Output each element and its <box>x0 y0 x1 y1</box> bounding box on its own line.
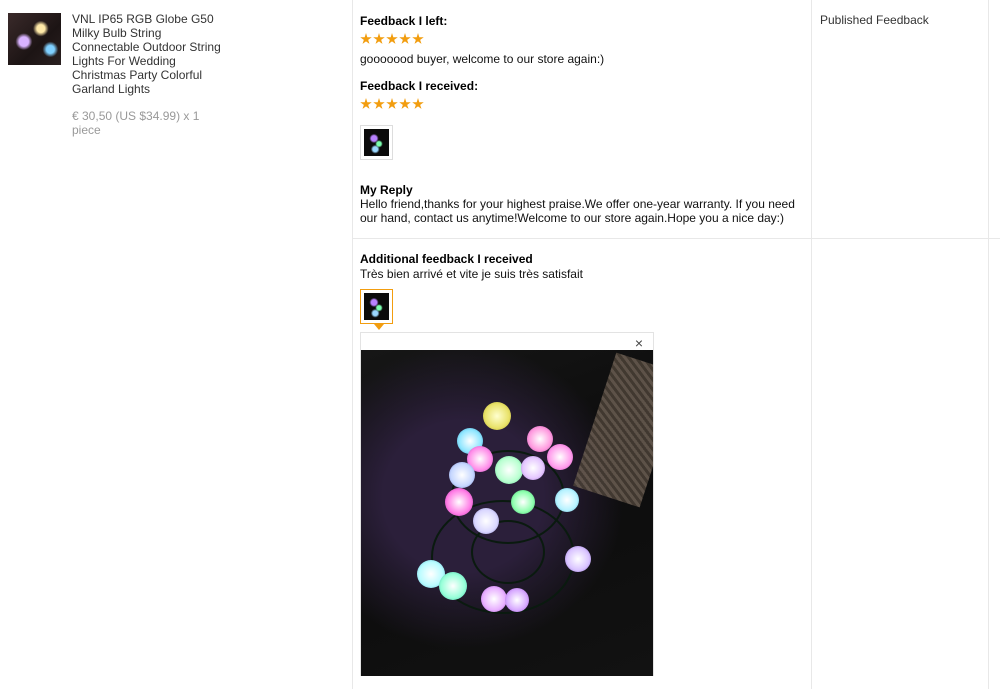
photo-image <box>364 293 389 320</box>
enlarged-photo <box>361 350 653 676</box>
star-icon <box>399 98 411 109</box>
photo-background-wood <box>573 352 653 508</box>
row-divider <box>352 238 1000 239</box>
my-reply-text: Hello friend,thanks for your highest pra… <box>360 197 795 225</box>
star-icon <box>373 98 385 109</box>
feedback-received-stars <box>360 98 424 110</box>
feedback-left-label: Feedback I left: <box>360 14 448 28</box>
star-icon <box>360 33 372 44</box>
selected-caret <box>374 324 384 330</box>
column-divider <box>811 0 812 689</box>
product-price: € 30,50 (US $34.99) x 1 piece <box>72 109 200 137</box>
additional-photo-thumbnail[interactable] <box>360 289 393 324</box>
feedback-left-stars <box>360 33 424 45</box>
additional-feedback-text: Très bien arrivé et vite je suis très sa… <box>360 267 583 281</box>
product-title-link[interactable]: VNL IP65 RGB Globe G50 Milky Bulb String… <box>72 12 222 96</box>
my-reply-label: My Reply <box>360 183 413 197</box>
status-published-feedback: Published Feedback <box>820 13 929 27</box>
feedback-received-label: Feedback I received: <box>360 79 479 93</box>
star-icon <box>360 98 372 109</box>
additional-feedback-label: Additional feedback I received <box>360 252 533 266</box>
star-icon <box>412 33 424 44</box>
close-icon[interactable]: × <box>635 335 643 351</box>
feedback-photo-thumbnail[interactable] <box>360 125 393 160</box>
feedback-left-comment: gooooood buyer, welcome to our store aga… <box>360 52 605 66</box>
star-icon <box>412 98 424 109</box>
star-icon <box>399 33 411 44</box>
photo-image <box>364 129 389 156</box>
star-icon <box>373 33 385 44</box>
column-divider <box>352 0 353 689</box>
column-divider <box>988 0 989 689</box>
product-thumbnail[interactable] <box>8 13 61 65</box>
photo-viewer: × <box>360 332 654 676</box>
star-icon <box>386 33 398 44</box>
star-icon <box>386 98 398 109</box>
